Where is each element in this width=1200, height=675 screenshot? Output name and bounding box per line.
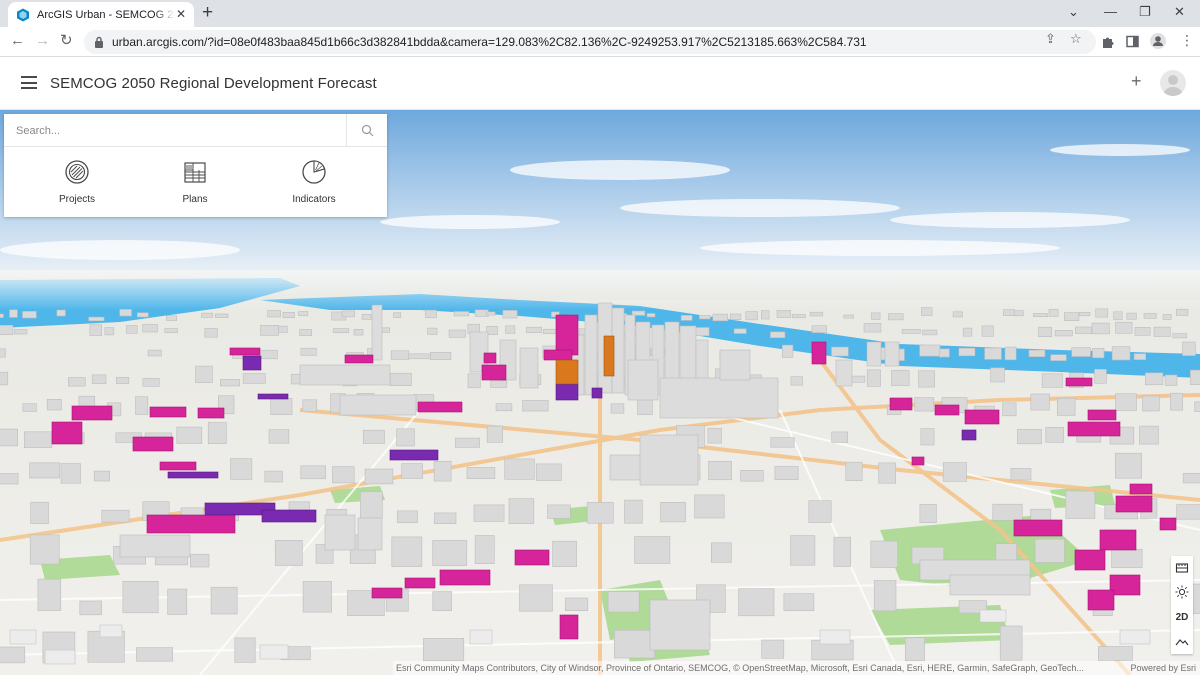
toggle-2d-button[interactable]: 2D <box>1171 605 1193 629</box>
page-title: SEMCOG 2050 Regional Development Forecas… <box>50 75 377 92</box>
user-avatar-icon[interactable] <box>1160 70 1186 96</box>
search-input[interactable] <box>4 114 346 147</box>
maximize-button[interactable]: ❐ <box>1139 4 1151 20</box>
daylight-icon <box>1175 585 1189 599</box>
measure-button[interactable] <box>1171 556 1193 580</box>
forward-arrow-icon[interactable]: → <box>35 33 50 49</box>
share-icon[interactable]: ⇪ <box>1045 32 1056 46</box>
new-tab-button[interactable]: + <box>202 3 213 23</box>
measure-icon <box>1175 563 1189 573</box>
daylight-button[interactable] <box>1171 580 1193 604</box>
kebab-menu-icon[interactable]: ⋮ <box>1180 33 1194 47</box>
search-icon <box>361 124 373 137</box>
indicators-icon <box>302 160 326 184</box>
map-attribution: Esri Community Maps Contributors, City o… <box>393 661 1200 675</box>
navigation-panel: Projects Plans <box>4 114 387 217</box>
browser-tab-strip: ArcGIS Urban - SEMCOG 2050 Regional Deve… <box>0 0 1200 27</box>
powered-by-esri[interactable]: Powered by Esri <box>1130 661 1196 675</box>
terrain-button[interactable] <box>1171 630 1193 654</box>
close-tab-icon[interactable]: ✕ <box>176 8 186 20</box>
browser-toolbar: ← → ↻ urban.arcgis.com/?id=08e0f483baa84… <box>0 27 1200 57</box>
puzzle-icon[interactable] <box>1101 35 1114 48</box>
attribution-text: Esri Community Maps Contributors, City o… <box>396 663 1084 673</box>
plans-label: Plans <box>182 194 208 205</box>
arcgis-urban-icon <box>17 8 29 21</box>
terrain-icon <box>1175 639 1189 646</box>
close-window-button[interactable]: ✕ <box>1174 4 1185 20</box>
reload-icon[interactable]: ↻ <box>60 33 73 49</box>
projects-icon <box>65 160 89 184</box>
back-arrow-icon[interactable]: ← <box>10 33 25 49</box>
projects-label: Projects <box>58 194 96 205</box>
indicators-label: Indicators <box>292 194 336 205</box>
plans-button[interactable]: Plans <box>135 159 255 211</box>
search-button[interactable] <box>346 114 387 147</box>
side-panel-icon[interactable] <box>1126 35 1139 48</box>
plus-icon[interactable]: + <box>1131 72 1142 90</box>
hamburger-icon[interactable] <box>21 76 37 89</box>
app-header: SEMCOG 2050 Regional Development Forecas… <box>0 57 1200 110</box>
lock-icon <box>95 36 103 48</box>
projects-button[interactable]: Projects <box>17 159 137 211</box>
tab-search-icon[interactable]: ⌄ <box>1068 4 1079 20</box>
url-text: urban.arcgis.com/?id=08e0f483baa845d1b66… <box>112 35 867 49</box>
view-controls: 2D <box>1171 556 1193 654</box>
browser-tab[interactable]: ArcGIS Urban - SEMCOG 2050 Regional Deve… <box>8 2 194 27</box>
plans-icon <box>184 162 206 183</box>
address-bar[interactable]: urban.arcgis.com/?id=08e0f483baa845d1b66… <box>84 30 1096 54</box>
indicators-button[interactable]: Indicators <box>254 159 374 211</box>
search-bar <box>4 114 387 147</box>
profile-icon[interactable] <box>1150 33 1166 49</box>
star-icon[interactable]: ☆ <box>1070 32 1082 46</box>
minimize-button[interactable]: — <box>1104 4 1117 20</box>
tab-title: ArcGIS Urban - SEMCOG 2050 Regional Deve… <box>37 8 175 21</box>
